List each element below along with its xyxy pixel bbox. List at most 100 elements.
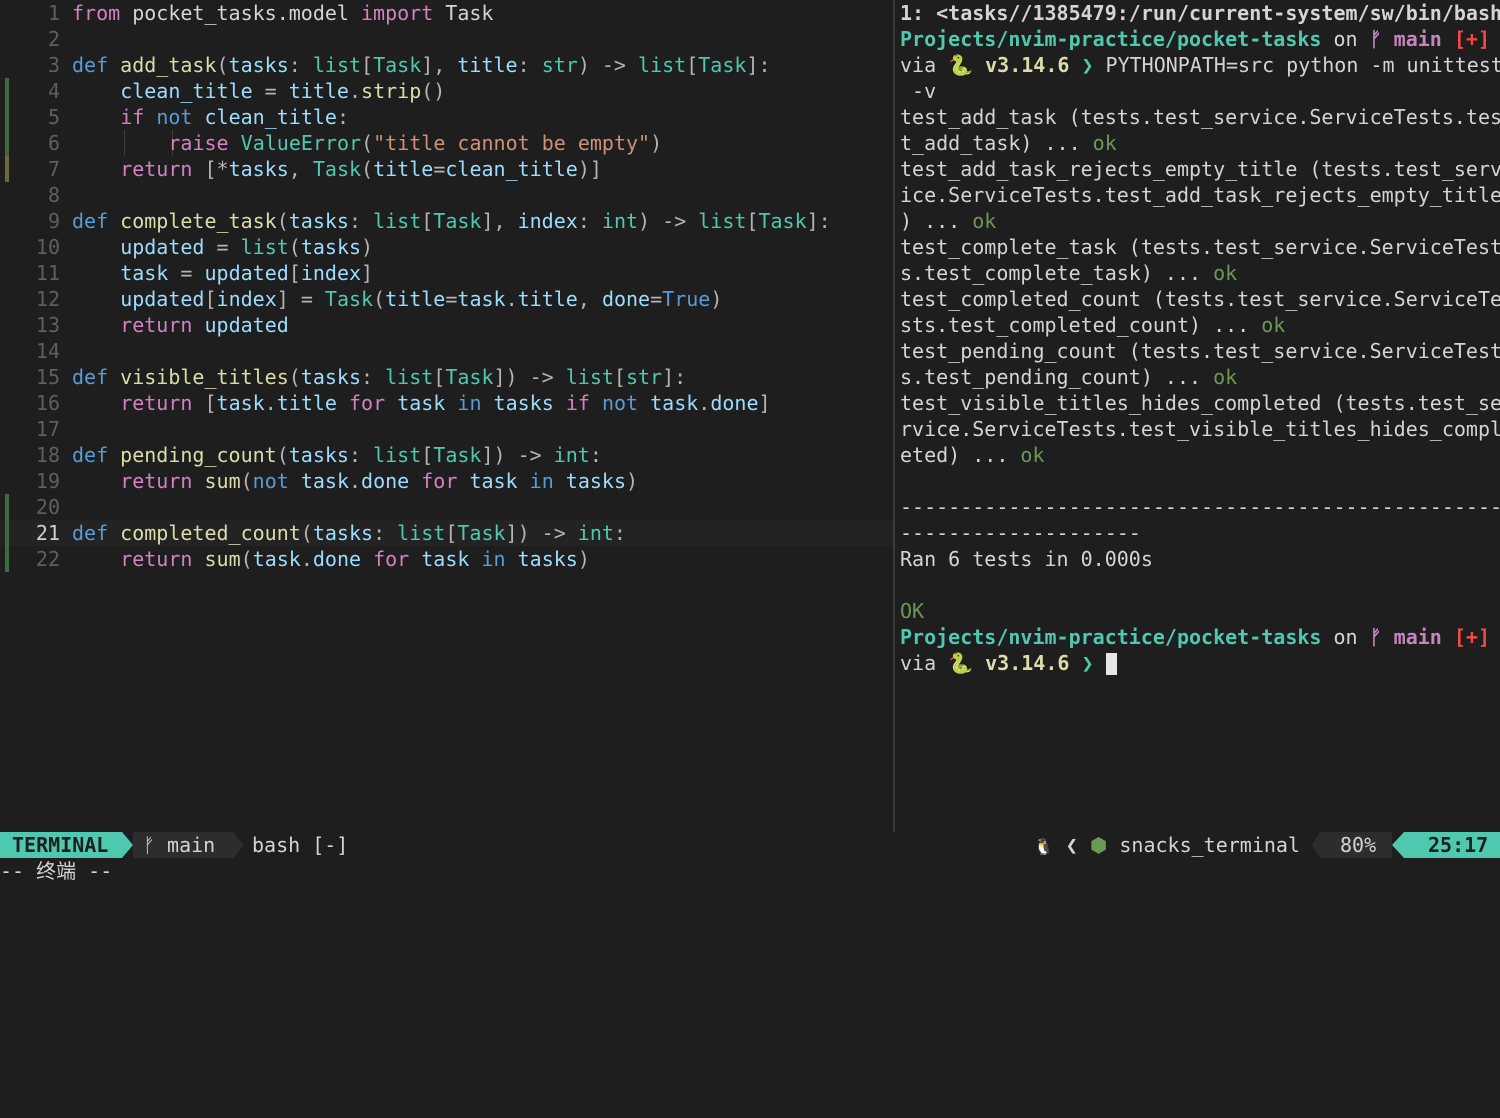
branch-name: main [155,833,216,857]
code-token: : [589,443,602,467]
code-token: clean_title [445,157,578,181]
code-line[interactable]: 11 task = updated[index] [0,260,893,286]
code-line[interactable]: 15 def visible_titles(tasks: list[Task]) … [0,364,893,390]
scroll-percent: 80% [1320,832,1392,858]
python-icon: 🐍 [948,53,974,77]
code-line[interactable]: 1 from pocket_tasks.model import Task [0,0,893,26]
code-token: [ [686,53,699,77]
test-output-text: test_pending_count (tests.test_service.S… [900,339,1500,363]
test-output-text: t_add_task) ... [900,131,1093,155]
code-line[interactable]: 4 clean_title = title.strip() [0,78,893,104]
code-token: ]: [662,365,687,389]
code-token: return [120,391,193,415]
code-line[interactable]: 9 def complete_task(tasks: list[Task], in… [0,208,893,234]
code-token: ( [288,365,301,389]
code-token: Task [324,287,374,311]
code-token: sum [204,547,241,571]
code-line[interactable]: 22 return sum(task.done for task in tasks… [0,546,893,572]
code-token: int [601,209,639,233]
code-token: ( [300,521,313,545]
test-output-text: test_add_task_rejects_empty_title (tests… [900,157,1500,181]
line-number: 8 [47,183,60,207]
line-number: 20 [35,495,60,519]
command-wrap: -v [900,79,937,103]
filetype-icon: ⬢ [1089,833,1108,857]
code-token: def [72,209,109,233]
active-prompt[interactable]: via 🐍 v3.14.6 ❯ [895,650,1500,676]
code-token: task [216,391,265,415]
code-token: not [601,391,639,415]
code-line[interactable]: 7 return [*tasks, Task(title=clean_title)… [0,156,893,182]
code-line[interactable]: 20 [0,494,893,520]
code-text: def completed_count(tasks: list[Task]) -… [72,520,626,546]
code-line[interactable]: 17 [0,416,893,442]
code-token: Task [433,1,494,25]
test-output-text: s.test_pending_count) ... [900,365,1214,389]
code-token: "title cannot be empty" [373,131,651,155]
code-text: updated[index] = Task(title=task.title, … [120,286,722,312]
code-token: if [565,391,590,415]
code-line[interactable]: 16 return [task.title for task in tasks i… [0,390,893,416]
code-line[interactable]: 8 [0,182,893,208]
git-branch-icon: ᚠ [1369,27,1382,51]
code-token: completed_count [120,521,301,545]
code-token: : [373,521,398,545]
prompt-branch: main [1381,625,1442,649]
code-line[interactable]: 2 [0,26,893,52]
code-line[interactable]: 18 def pending_count(tasks: list[Task]) -… [0,442,893,468]
test-output-line: s.test_complete_task) ... ok [895,260,1500,286]
code-token: title [373,157,434,181]
code-line[interactable]: 19 return sum(not task.done for task in t… [0,468,893,494]
terminal-cursor[interactable] [1105,653,1117,675]
line-number: 4 [47,79,60,103]
line-number: 11 [35,261,60,285]
code-token: index [216,287,277,311]
git-branch-icon: ᚠ [143,833,155,857]
code-token: sum [204,469,241,493]
code-token: not [252,469,289,493]
line-number: 16 [35,391,60,415]
code-token: list [240,235,289,259]
code-text: updated = list(tasks) [120,234,373,260]
prompt-path: Projects/nvim-practice/pocket-tasks [900,27,1322,51]
test-output-text: test_visible_titles_hides_completed (tes… [900,391,1500,415]
code-token: Task [698,53,747,77]
code-line[interactable]: 13 return updated [0,312,893,338]
test-status-ok: ok [1092,131,1117,155]
prompt-on: on [1321,27,1370,51]
test-output-line: test_complete_task (tests.test_service.S… [895,234,1500,260]
line-number: 1 [47,1,60,25]
code-token: = [252,79,289,103]
code-token: , [288,157,313,181]
code-line[interactable]: 21 def completed_count(tasks: list[Task])… [0,520,893,546]
code-token: . [349,469,362,493]
command-line-area[interactable]: -- 终端 -- [0,858,1500,885]
code-line[interactable]: 14 [0,338,893,364]
code-token: def [72,443,109,467]
code-token: Task [445,365,494,389]
code-token: def [72,521,109,545]
command-text: PYTHONPATH=src python -m unittest [1105,53,1500,77]
code-line[interactable]: 10 updated = list(tasks) [0,234,893,260]
code-token: updated [204,313,289,337]
code-token: title [517,287,578,311]
code-token: updated [204,261,289,285]
code-line[interactable]: 3 def add_task(tasks: list[Task], title: … [0,52,893,78]
editor-pane[interactable]: 1 from pocket_tasks.model import Task 2 3 de… [0,0,893,832]
code-token: . [698,391,711,415]
code-token: . [264,391,277,415]
code-token: [ [445,521,458,545]
terminal-pane[interactable]: 1: <tasks//1385479:/run/current-system/s… [895,0,1500,832]
test-output-text: sts.test_completed_count) ... [900,313,1262,337]
code-token: ValueError [240,131,362,155]
code-line[interactable]: 12 updated[index] = Task(title=task.title… [0,286,893,312]
code-line[interactable]: 5 if not clean_title: [0,104,893,130]
code-line[interactable]: 6 raise ValueError("title cannot be empty… [0,130,893,156]
code-token: title [457,53,518,77]
test-output-line: test_add_task_rejects_empty_title (tests… [895,156,1500,182]
code-token: list [565,365,614,389]
code-token: ] [361,261,374,285]
